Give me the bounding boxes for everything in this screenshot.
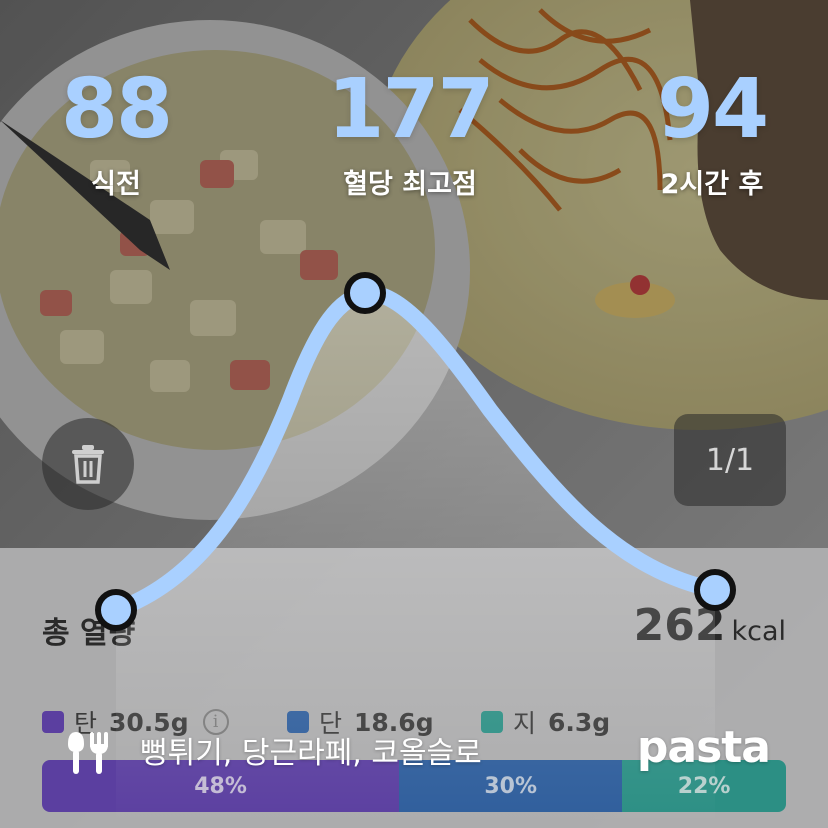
delete-photo-button[interactable] bbox=[42, 418, 134, 510]
kcal-unit: kcal bbox=[731, 616, 786, 647]
fat-swatch bbox=[481, 711, 503, 733]
stat-before-label: 식전 bbox=[91, 169, 141, 200]
fat-key: 지 bbox=[513, 709, 537, 738]
stat-after-label: 2시간 후 bbox=[660, 169, 764, 200]
total-calories: 262 kcal bbox=[634, 600, 786, 651]
stat-peak-label: 혈당 최고점 bbox=[343, 169, 477, 200]
trash-icon bbox=[72, 445, 104, 484]
stat-after-2h: 94 2시간 후 bbox=[612, 62, 812, 201]
fork-knife-icon bbox=[68, 732, 108, 774]
stat-before-meal: 88 식전 bbox=[16, 62, 216, 201]
stat-after-value: 94 bbox=[656, 62, 769, 157]
kcal-value: 262 bbox=[633, 600, 726, 651]
carb-swatch bbox=[42, 711, 64, 733]
stat-peak-value: 177 bbox=[327, 62, 494, 157]
photo-pager[interactable]: 1/1 bbox=[674, 414, 786, 506]
stat-peak: 177 혈당 최고점 bbox=[310, 62, 510, 201]
brand-logo: pasta bbox=[636, 722, 771, 773]
meal-foods-text: 뻥튀기, 당근라페, 코올슬로 bbox=[140, 736, 482, 771]
meal-detail-screen: 88 식전 177 혈당 최고점 94 2시간 후 1/1 총 열량 262 kc… bbox=[0, 0, 828, 828]
fat-value: 6.3g bbox=[548, 707, 611, 737]
macro-fat: 지 6.3g bbox=[481, 704, 610, 740]
stat-before-value: 88 bbox=[60, 62, 173, 157]
total-calories-label: 총 열량 bbox=[42, 616, 136, 651]
